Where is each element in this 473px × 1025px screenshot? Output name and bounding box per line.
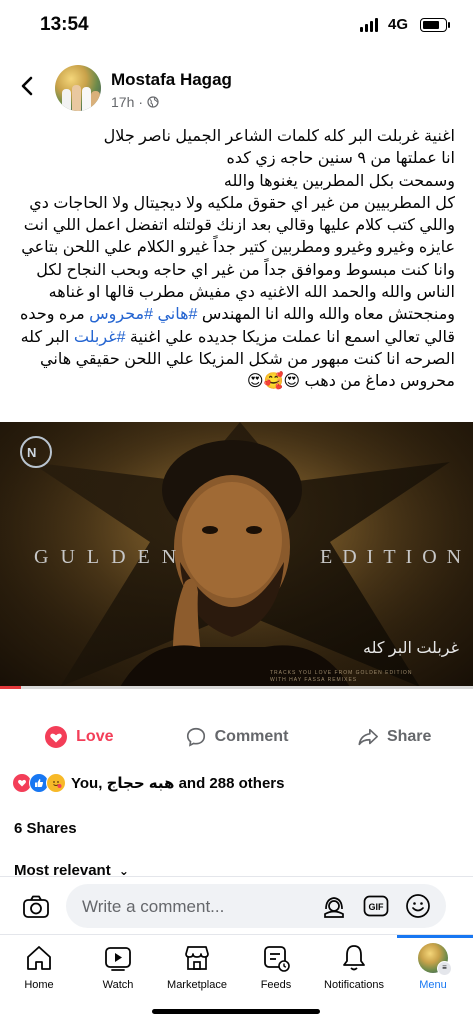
network-label: 4G: [387, 16, 408, 33]
reaction-names: You, هبه حجاج and 288 others: [71, 775, 285, 792]
status-indicators: 4G: [359, 16, 450, 33]
post-line: قالي تعالي اسمع انا عملت مزيكا جديده علي…: [20, 328, 455, 346]
post-line: واللي كتب كلام عليها وقالي بعد ازنك قولت…: [23, 217, 455, 235]
meta-separator: ·: [138, 94, 144, 110]
tab-label: Menu: [419, 979, 447, 991]
tab-notifications[interactable]: Notifications: [314, 943, 394, 991]
post-text: اغنية غربلت البر كله كلمات الشاعر الجميل…: [15, 126, 455, 394]
hashtag-link[interactable]: #محروس: [89, 306, 153, 323]
tab-feeds[interactable]: Feeds: [236, 943, 316, 991]
image-caption: TRACKS YOU LOVE FROM GOLDEN EDITION: [270, 670, 413, 676]
tab-home[interactable]: Home: [0, 943, 79, 991]
song-title: غربلت البر كله: [362, 640, 459, 657]
avatar-sticker-icon[interactable]: [321, 893, 347, 919]
video-progress-fill: [0, 686, 22, 689]
tab-marketplace[interactable]: Marketplace: [157, 943, 237, 991]
post-line: وانا كنت مبسوط وموافق جداً من غير اي حاج…: [36, 261, 455, 279]
heart-icon: [45, 726, 68, 748]
active-tab-indicator: [397, 935, 473, 938]
image-caption: WITH HAY FASSA REMIXES: [270, 677, 358, 683]
reaction-summary[interactable]: You, هبه حجاج and 288 others: [12, 772, 284, 794]
post-line: وسمحت بكل المطربين يغنوها والله: [223, 172, 455, 190]
share-button[interactable]: Share: [315, 716, 473, 758]
tab-label: Feeds: [260, 979, 292, 991]
home-icon: [27, 946, 51, 970]
tab-label: Marketplace: [167, 979, 227, 991]
post-line: محروس دماغ من دهب 😍🥰😍: [246, 373, 455, 391]
care-reaction-icon: [46, 773, 66, 793]
comment-label: Comment: [214, 728, 289, 745]
comment-input[interactable]: [80, 884, 304, 930]
post-time[interactable]: 17h: [111, 94, 134, 110]
post-line: انا عملتها من ٩ سنين حاجه زي كده: [226, 150, 455, 168]
post-meta: 17h ·: [111, 94, 159, 110]
shares-count[interactable]: 6 Shares: [14, 820, 77, 837]
emoji: 😍🥰😍: [246, 373, 301, 391]
edition-right: EDITION: [320, 546, 472, 568]
hashtag-link[interactable]: #غربلت: [74, 329, 126, 346]
gif-icon[interactable]: GIF: [363, 893, 389, 919]
back-arrow-icon[interactable]: [16, 74, 40, 98]
status-time: 13:54: [40, 14, 89, 35]
tab-watch[interactable]: Watch: [78, 943, 158, 991]
post-actions: Love Comment Share: [0, 716, 473, 758]
love-button[interactable]: Love: [0, 716, 158, 758]
svg-text:GIF: GIF: [369, 902, 385, 912]
comment-icon: [186, 727, 205, 747]
hashtag-link[interactable]: #هاني: [157, 306, 197, 323]
share-icon: [358, 728, 378, 746]
emoji-icon[interactable]: [405, 893, 431, 919]
svg-text:N: N: [27, 445, 36, 460]
menu-avatar: ≡: [418, 943, 452, 976]
comment-bar: GIF: [0, 876, 473, 935]
sort-selector[interactable]: Most relevant ⌄: [14, 862, 129, 876]
status-bar: 13:54 4G: [0, 0, 473, 52]
feeds-icon: [264, 946, 290, 972]
comment-button[interactable]: Comment: [158, 716, 316, 758]
bell-icon: [343, 945, 365, 971]
globe-icon: [147, 96, 159, 108]
post-line: عايزه وغيرو وغيرو ومطربين كتير جداً غيرو…: [21, 239, 455, 257]
tab-label: Watch: [102, 979, 134, 991]
home-indicator: [152, 1009, 320, 1014]
avatar[interactable]: [55, 65, 101, 111]
comment-input-wrapper: GIF: [66, 884, 446, 930]
menu-badge-icon: ≡: [437, 961, 452, 976]
tab-label: Home: [24, 979, 54, 991]
tab-label: Notifications: [324, 979, 384, 991]
video-progress-bar[interactable]: [0, 686, 473, 689]
post-line: ومنجحتش معاه والله والله انا المهندس #ها…: [20, 306, 455, 324]
post-video[interactable]: N GULDEN EDITION غربلت البر كله TRACKS Y…: [0, 422, 473, 687]
post-header: Mostafa Hagag 17h ·: [0, 60, 473, 120]
post-line: اغنية غربلت البر كله كلمات الشاعر الجميل…: [103, 128, 455, 145]
post-line: كل المطربيين من غير اي حقوق ملكيه ولا دي…: [29, 194, 455, 212]
post-line: الناس والله والحمد الله الاغنيه دي مفيش …: [48, 284, 455, 302]
battery-icon: [420, 17, 450, 32]
camera-icon[interactable]: [22, 893, 50, 921]
share-label: Share: [386, 728, 432, 745]
tab-menu[interactable]: ≡ Menu: [393, 943, 473, 991]
marketplace-icon: [185, 946, 209, 970]
edition-left: GULDEN: [34, 546, 189, 568]
post-line: الصرحه انا كنت مبهور من شكل المزيكا علي …: [40, 350, 455, 368]
signal-icon: [359, 17, 378, 32]
love-label: Love: [76, 728, 114, 745]
author-name[interactable]: Mostafa Hagag: [111, 70, 232, 90]
chevron-down-icon: ⌄: [118, 864, 129, 876]
video-icon: [105, 947, 131, 971]
sort-label: Most relevant: [14, 862, 111, 876]
